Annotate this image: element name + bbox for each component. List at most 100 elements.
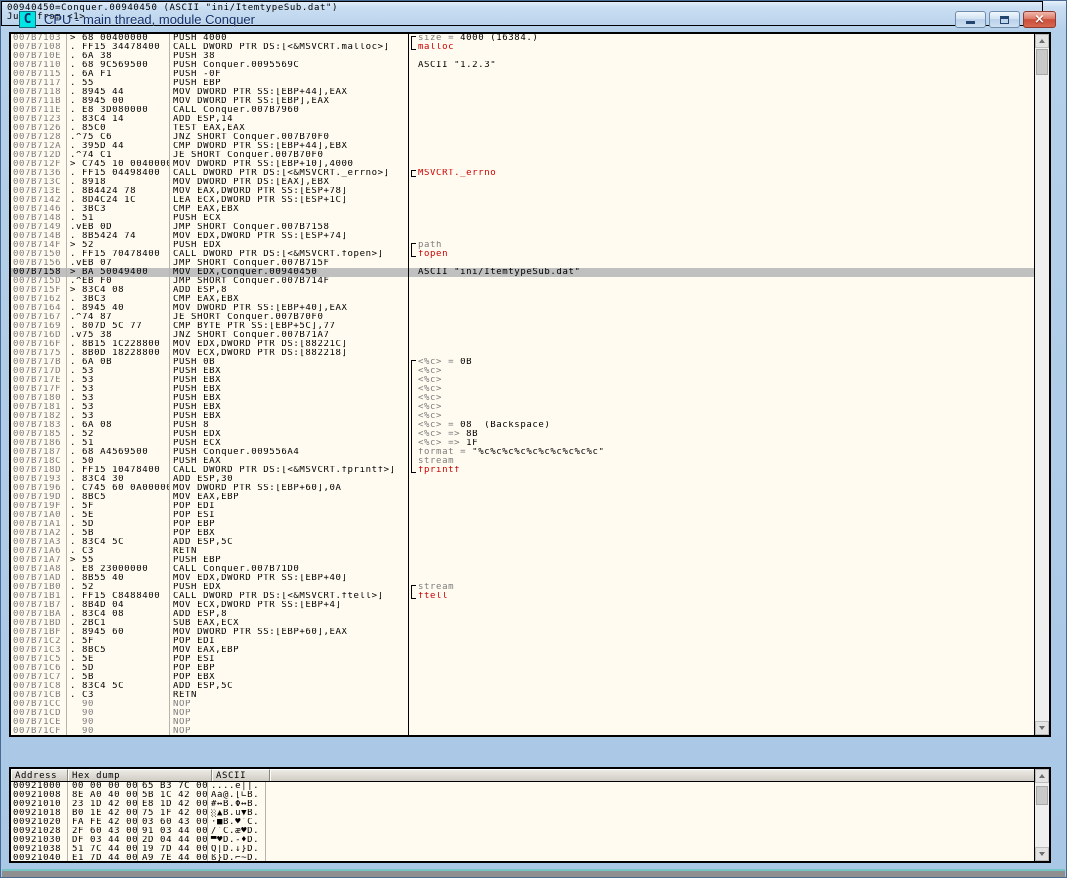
- disasm-row[interactable]: 007B7149 .vEB 0D JMP SHORT Conquer.007B715…: [11, 223, 1034, 232]
- disasm-row[interactable]: 007B7187. 68 A4569500 PUSH Conquer.009556…: [11, 448, 1034, 457]
- disasm-row[interactable]: 007B71CC 90 NOP: [11, 700, 1034, 709]
- disasm-row[interactable]: 007B7186. 51 PUSH ECX <%c> => 1F: [11, 439, 1034, 448]
- disasm-row[interactable]: 007B71C2. 5F POP EDI: [11, 637, 1034, 646]
- disasm-row[interactable]: 007B716D .v75 38 JNZ SHORT Conquer.007B71A…: [11, 331, 1034, 340]
- disasm-row[interactable]: 007B7162. 3BC3 CMP EAX,EBX: [11, 295, 1034, 304]
- minimize-button[interactable]: [955, 11, 986, 28]
- disasm-row[interactable]: 007B714F > 52 PUSH EDX path: [11, 241, 1034, 250]
- disasm-row[interactable]: 007B7150. FF15 70478400 CALL DWORD PTR DS…: [11, 250, 1034, 259]
- disasm-row[interactable]: 007B71BA. 83C4 08 ADD ESP,8: [11, 610, 1034, 619]
- disasm-scrollbar[interactable]: [1034, 34, 1049, 735]
- dump-row[interactable]: 00921010 23 1D 42 00 E8 1D 42 00 #↔B.Φ↔B.: [11, 800, 1034, 809]
- disasm-row[interactable]: 007B713C. 8918 MOV DWORD PTR DS:[EAX],EBX: [11, 178, 1034, 187]
- disasm-row[interactable]: 007B7158 > BA 50049400 MOV EDX,Conquer.009…: [11, 268, 1034, 277]
- disasm-row[interactable]: 007B71CE 90 NOP: [11, 718, 1034, 727]
- scroll-thumb[interactable]: [1036, 49, 1048, 75]
- dump-scrollbar[interactable]: [1034, 769, 1049, 861]
- disasm-row[interactable]: 007B712A. 395D 44 CMP DWORD PTR SS:[EBP+4…: [11, 142, 1034, 151]
- disasm-row[interactable]: 007B718D. FF15 10478400 CALL DWORD PTR DS…: [11, 466, 1034, 475]
- disasm-row[interactable]: 007B7183. 6A 08 PUSH 8 <%c> = 08 (Backspac…: [11, 421, 1034, 430]
- disasm-row[interactable]: 007B71A6. C3 RETN: [11, 547, 1034, 556]
- column-header-hexdump[interactable]: Hex dump: [68, 769, 212, 781]
- disasm-row[interactable]: 007B7115. 6A F1 PUSH -0F: [11, 70, 1034, 79]
- dump-row[interactable]: 00921038 51 7C 44 00 19 7D 44 00 Q|D.↓}D.: [11, 845, 1034, 854]
- disasm-row[interactable]: 007B7148. 51 PUSH ECX: [11, 214, 1034, 223]
- disasm-row[interactable]: 007B71C8. 83C4 5C ADD ESP,5C: [11, 682, 1034, 691]
- disasm-row[interactable]: 007B71B1. FF15 C8488400 CALL DWORD PTR DS…: [11, 592, 1034, 601]
- disasm-row[interactable]: 007B71A7 > 55 PUSH EBP: [11, 556, 1034, 565]
- disasm-row[interactable]: 007B711E. E8 3D080000 CALL Conquer.007B79…: [11, 106, 1034, 115]
- scroll-up-button[interactable]: [1035, 769, 1049, 783]
- disasm-row[interactable]: 007B71A0. 5E POP ESI: [11, 511, 1034, 520]
- disasm-row[interactable]: 007B717E. 53 PUSH EBX <%c>: [11, 376, 1034, 385]
- disasm-row[interactable]: 007B71C5. 5E POP ESI: [11, 655, 1034, 664]
- dump-row[interactable]: 00921030 DF 03 44 00 2D 04 44 00 ▀♥D.-♦D.: [11, 836, 1034, 845]
- disasm-row[interactable]: 007B715F > 83C4 08 ADD ESP,8: [11, 286, 1034, 295]
- disasm-row[interactable]: 007B711B. 8945 00 MOV DWORD PTR SS:[EBP],…: [11, 97, 1034, 106]
- disasm-row[interactable]: 007B7123. 83C4 14 ADD ESP,14: [11, 115, 1034, 124]
- scroll-thumb[interactable]: [1036, 786, 1048, 805]
- restore-button[interactable]: [989, 11, 1020, 28]
- disasm-row[interactable]: 007B7146. 3BC3 CMP EAX,EBX: [11, 205, 1034, 214]
- dump-row[interactable]: 00921000 00 00 00 00 65 B3 7C 00 ....e│|.: [11, 782, 1034, 791]
- disasm-row[interactable]: 007B713E. 8B4424 78 MOV EAX,DWORD PTR SS:…: [11, 187, 1034, 196]
- disasm-row[interactable]: 007B7181. 53 PUSH EBX <%c>: [11, 403, 1034, 412]
- disasm-row[interactable]: 007B718C. 50 PUSH EAX stream: [11, 457, 1034, 466]
- disasm-row[interactable]: 007B71C6. 5D POP EBP: [11, 664, 1034, 673]
- disasm-row[interactable]: 007B7185. 52 PUSH EDX <%c> => 8B: [11, 430, 1034, 439]
- disasm-row[interactable]: 007B710E. 6A 38 PUSH 38: [11, 52, 1034, 61]
- disasm-row[interactable]: 007B7136. FF15 04498400 CALL DWORD PTR DS…: [11, 169, 1034, 178]
- disasm-row[interactable]: 007B71B7. 8B4D 04 MOV ECX,DWORD PTR SS:[E…: [11, 601, 1034, 610]
- disasm-row[interactable]: 007B7128 .^75 C6 JNZ SHORT Conquer.007B70F…: [11, 133, 1034, 142]
- disasm-row[interactable]: 007B71BD. 2BC1 SUB EAX,ECX: [11, 619, 1034, 628]
- disasm-row[interactable]: 007B71A8. E8 23000000 CALL Conquer.007B71…: [11, 565, 1034, 574]
- column-header-ascii[interactable]: ASCII: [212, 769, 270, 781]
- disasm-row[interactable]: 007B71A2. 5B POP EBX: [11, 529, 1034, 538]
- disasm-row[interactable]: 007B71C3. 8BC5 MOV EAX,EBP: [11, 646, 1034, 655]
- disasm-row[interactable]: 007B7175. 8B0D 18228800 MOV ECX,DWORD PTR…: [11, 349, 1034, 358]
- disasm-row[interactable]: 007B71A3. 83C4 5C ADD ESP,5C: [11, 538, 1034, 547]
- disasm-row[interactable]: 007B719D. 8BC5 MOV EAX,EBP: [11, 493, 1034, 502]
- disasm-row[interactable]: 007B7108. FF15 34478400 CALL DWORD PTR DS…: [11, 43, 1034, 52]
- disasm-row[interactable]: 007B715D .^EB F0 JMP SHORT Conquer.007B714…: [11, 277, 1034, 286]
- disasm-row[interactable]: 007B7196. C745 60 0A000000 MOV DWORD PTR …: [11, 484, 1034, 493]
- disasm-row[interactable]: 007B7167 .^74 87 JE SHORT Conquer.007B70F0: [11, 313, 1034, 322]
- disasm-row[interactable]: 007B7103 > 68 00400000 PUSH 4000 size = 400…: [11, 34, 1034, 43]
- dump-row[interactable]: 00921008 8E A0 40 00 5B 1C 42 00 Äá@.[∟B.: [11, 791, 1034, 800]
- disasm-row[interactable]: 007B7182. 53 PUSH EBX <%c>: [11, 412, 1034, 421]
- disasm-row[interactable]: 007B717F. 53 PUSH EBX <%c>: [11, 385, 1034, 394]
- disasm-row[interactable]: 007B717D. 53 PUSH EBX <%c>: [11, 367, 1034, 376]
- disasm-row[interactable]: 007B714B. 8B5424 74 MOV EDX,DWORD PTR SS:…: [11, 232, 1034, 241]
- disasm-row[interactable]: 007B71C7. 5B POP EBX: [11, 673, 1034, 682]
- scroll-up-button[interactable]: [1035, 34, 1049, 48]
- dump-row[interactable]: 00921020 FA FE 42 00 03 60 43 00 ·■B.♥`C.: [11, 818, 1034, 827]
- titlebar[interactable]: C CPU - main thread, module Conquer ×: [5, 7, 1062, 32]
- column-header-address[interactable]: Address: [11, 769, 68, 781]
- dump-row[interactable]: 00921040 E1 7D 44 00 A9 7E 44 00 ß}D.⌐~D.: [11, 854, 1034, 861]
- disasm-row[interactable]: 007B71CD 90 NOP: [11, 709, 1034, 718]
- disasm-row[interactable]: 007B717B. 6A 0B PUSH 0B <%c> = 0B: [11, 358, 1034, 367]
- disasm-row[interactable]: 007B71BF. 8945 60 MOV DWORD PTR SS:[EBP+6…: [11, 628, 1034, 637]
- disasm-row[interactable]: 007B7126. 85C0 TEST EAX,EAX: [11, 124, 1034, 133]
- disasm-row[interactable]: 007B712F > C745 10 00400000 MOV DWORD PTR …: [11, 160, 1034, 169]
- disasm-row[interactable]: 007B71B0. 52 PUSH EDX stream: [11, 583, 1034, 592]
- dump-row[interactable]: 00921028 2F 60 43 00 91 03 44 00/`C.æ♥D.: [11, 827, 1034, 836]
- close-button[interactable]: ×: [1023, 11, 1056, 28]
- scroll-down-button[interactable]: [1035, 721, 1049, 735]
- disasm-row[interactable]: 007B71AD. 8B55 40 MOV EDX,DWORD PTR SS:[E…: [11, 574, 1034, 583]
- disasm-row[interactable]: 007B7110. 68 9C569500 PUSH Conquer.009556…: [11, 61, 1034, 70]
- disasm-row[interactable]: 007B71CF 90 NOP: [11, 727, 1034, 735]
- disasm-row[interactable]: 007B712D .^74 C1 JE SHORT Conquer.007B70F0: [11, 151, 1034, 160]
- disasm-row[interactable]: 007B7169. 807D 5C 77 CMP BYTE PTR SS:[EBP…: [11, 322, 1034, 331]
- scroll-down-button[interactable]: [1035, 847, 1049, 861]
- disasm-row[interactable]: 007B7156 .vEB 07 JMP SHORT Conquer.007B715…: [11, 259, 1034, 268]
- disasm-row[interactable]: 007B7117. 55 PUSH EBP: [11, 79, 1034, 88]
- disasm-row[interactable]: 007B7118. 8945 44 MOV DWORD PTR SS:[EBP+4…: [11, 88, 1034, 97]
- disasm-row[interactable]: 007B719F. 5F POP EDI: [11, 502, 1034, 511]
- disasm-row[interactable]: 007B7142. 8D4C24 1C LEA ECX,DWORD PTR SS:…: [11, 196, 1034, 205]
- dump-row[interactable]: 00921018 B0 1E 42 00 75 1F 42 00 ░▲B.u▼B.: [11, 809, 1034, 818]
- disasm-row[interactable]: 007B7193. 83C4 30 ADD ESP,30: [11, 475, 1034, 484]
- disasm-row[interactable]: 007B716F. 8B15 1C228800 MOV EDX,DWORD PTR…: [11, 340, 1034, 349]
- disasm-row[interactable]: 007B71CB. C3 RETN: [11, 691, 1034, 700]
- disasm-row[interactable]: 007B7180. 53 PUSH EBX <%c>: [11, 394, 1034, 403]
